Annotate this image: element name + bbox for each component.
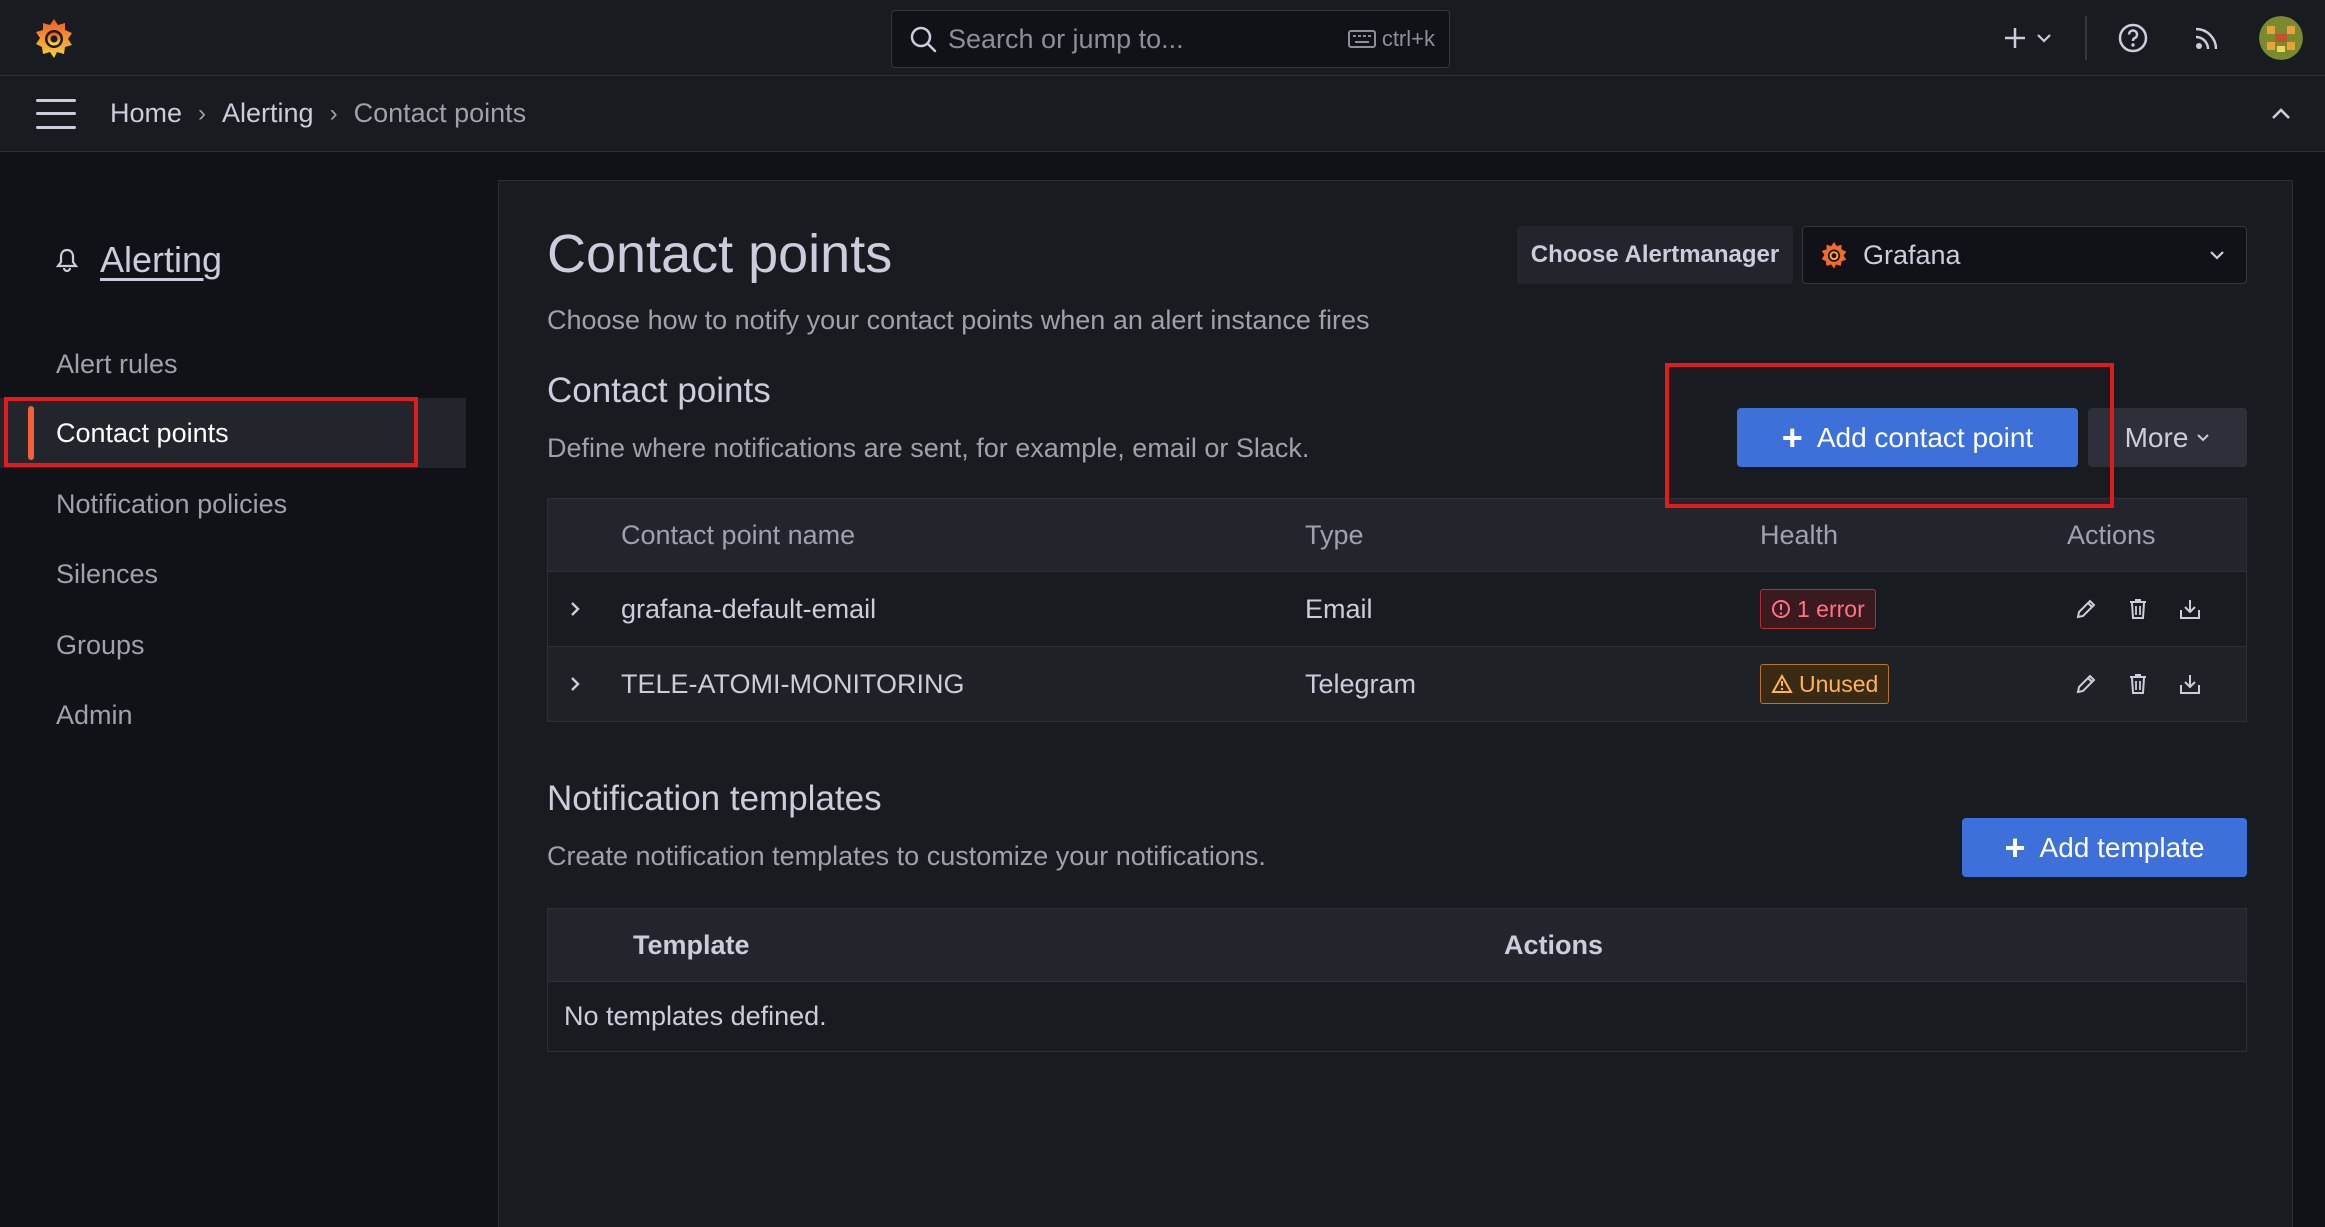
news-feed-button[interactable] — [2187, 24, 2227, 52]
page-title: Contact points — [547, 224, 893, 284]
help-icon — [2118, 23, 2148, 53]
warning-triangle-icon — [1771, 674, 1793, 693]
chevron-right-icon[interactable] — [568, 600, 582, 618]
column-header-template: Template — [633, 929, 750, 960]
contact-points-section-subtitle: Define where notifications are sent, for… — [547, 433, 1310, 463]
plus-icon: + — [1781, 416, 1803, 458]
breadcrumb: Home › Alerting › Contact points — [110, 98, 526, 129]
rss-icon — [2195, 27, 2218, 50]
edit-icon[interactable] — [2074, 672, 2098, 696]
grafana-logo-icon[interactable] — [32, 16, 76, 60]
avatar-icon — [2259, 16, 2303, 60]
empty-state-text: No templates defined. — [564, 1001, 827, 1031]
health-badge-label: 1 error — [1797, 595, 1865, 622]
breadcrumb-separator-icon: › — [329, 99, 338, 127]
column-header-name: Contact point name — [621, 519, 856, 550]
templates-table: Template Actions No templates defined. — [547, 908, 2247, 1052]
sidebar-item-notification-policies[interactable]: Notification policies — [0, 469, 466, 539]
chevron-right-icon[interactable] — [568, 675, 582, 693]
health-badge-error: 1 error — [1760, 589, 1876, 629]
add-contact-point-button[interactable]: + Add contact point — [1737, 408, 2078, 467]
column-header-actions: Actions — [2067, 519, 2156, 550]
section-nav-title: Alerting — [56, 239, 222, 281]
bell-icon — [56, 248, 78, 273]
export-icon[interactable] — [2178, 672, 2202, 696]
search-icon — [910, 26, 937, 53]
add-contact-point-label: Add contact point — [1816, 421, 2034, 453]
plus-icon: + — [2004, 826, 2026, 868]
chevron-down-icon — [2210, 250, 2224, 260]
more-label: More — [2124, 421, 2189, 453]
top-actions — [1987, 0, 2325, 76]
keyboard-shortcut-hint: ctrl+k — [1347, 26, 1435, 52]
table-row: grafana-default-email Email 1 error — [548, 571, 2246, 646]
health-badge-unused: Unused — [1760, 664, 1890, 704]
delete-icon[interactable] — [2128, 597, 2148, 621]
chevron-up-icon[interactable] — [2267, 102, 2295, 126]
alertmanager-selected-value: Grafana — [1863, 239, 1961, 270]
sidebar-item-admin[interactable]: Admin — [0, 680, 466, 750]
section-nav-title-link[interactable]: Alerting — [100, 239, 222, 281]
empty-state-row: No templates defined. — [548, 981, 2246, 1051]
help-button[interactable] — [2113, 22, 2153, 54]
sidebar-item-alert-rules[interactable]: Alert rules — [0, 329, 466, 399]
edit-icon[interactable] — [2074, 597, 2098, 621]
health-badge-label: Unused — [1799, 670, 1879, 697]
column-header-health: Health — [1760, 519, 1839, 550]
page-subtitle: Choose how to notify your contact points… — [547, 305, 1370, 335]
contact-points-section-title: Contact points — [547, 371, 771, 410]
breadcrumb-separator-icon: › — [198, 99, 207, 127]
sidebar-item-contact-points[interactable]: Contact points — [0, 398, 466, 468]
breadcrumb-bar: Home › Alerting › Contact points — [0, 76, 2325, 152]
sidebar-item-groups[interactable]: Groups — [0, 610, 466, 680]
table-row: TELE-ATOMI-MONITORING Telegram Unused — [548, 646, 2246, 721]
templates-section-title: Notification templates — [547, 779, 882, 818]
alertmanager-select[interactable]: Grafana — [1802, 226, 2247, 284]
delete-icon[interactable] — [2128, 672, 2148, 696]
alertmanager-label: Choose Alertmanager — [1517, 226, 1793, 284]
column-header-actions: Actions — [1504, 929, 1604, 960]
section-nav: Alerting Alert rules Contact points Noti… — [0, 153, 470, 1227]
contact-points-table: Contact point name Type Health Actions g… — [547, 498, 2247, 722]
contact-point-name: TELE-ATOMI-MONITORING — [621, 668, 965, 699]
search-input[interactable]: Search or jump to... ctrl+k — [891, 10, 1450, 68]
table-header: Template Actions — [548, 909, 2246, 981]
keyboard-icon — [1347, 30, 1376, 48]
add-template-button[interactable]: + Add template — [1962, 818, 2247, 877]
shortcut-label: ctrl+k — [1381, 26, 1435, 51]
error-circle-icon — [1772, 600, 1790, 618]
main-content: Contact points Choose how to notify your… — [498, 180, 2293, 1227]
row-actions — [2074, 597, 2202, 621]
breadcrumb-contact-points: Contact points — [353, 98, 527, 128]
contact-point-type: Telegram — [1305, 668, 1417, 699]
search-placeholder: Search or jump to... — [948, 23, 1184, 54]
grafana-logo-icon — [1821, 242, 1847, 269]
export-icon[interactable] — [2178, 597, 2202, 621]
column-header-type: Type — [1305, 519, 1364, 550]
contact-point-name: grafana-default-email — [621, 593, 877, 624]
plus-icon — [2005, 28, 2025, 48]
user-avatar[interactable] — [2259, 16, 2303, 60]
templates-section-subtitle: Create notification templates to customi… — [547, 841, 1266, 871]
contact-point-type: Email — [1305, 593, 1373, 624]
chevron-down-icon — [2197, 434, 2210, 442]
breadcrumb-home[interactable]: Home — [110, 98, 182, 129]
new-menu-button[interactable] — [1987, 25, 2067, 51]
table-header: Contact point name Type Health Actions — [548, 499, 2246, 571]
toolbar-divider — [2085, 16, 2087, 60]
menu-toggle-button[interactable] — [36, 98, 76, 129]
row-actions — [2074, 672, 2202, 696]
top-bar: Search or jump to... ctrl+k — [0, 0, 2325, 76]
breadcrumb-alerting[interactable]: Alerting — [222, 98, 314, 129]
add-template-label: Add template — [2039, 831, 2205, 863]
chevron-down-icon — [2037, 34, 2051, 43]
more-button[interactable]: More — [2088, 408, 2247, 467]
sidebar-item-silences[interactable]: Silences — [0, 539, 466, 609]
